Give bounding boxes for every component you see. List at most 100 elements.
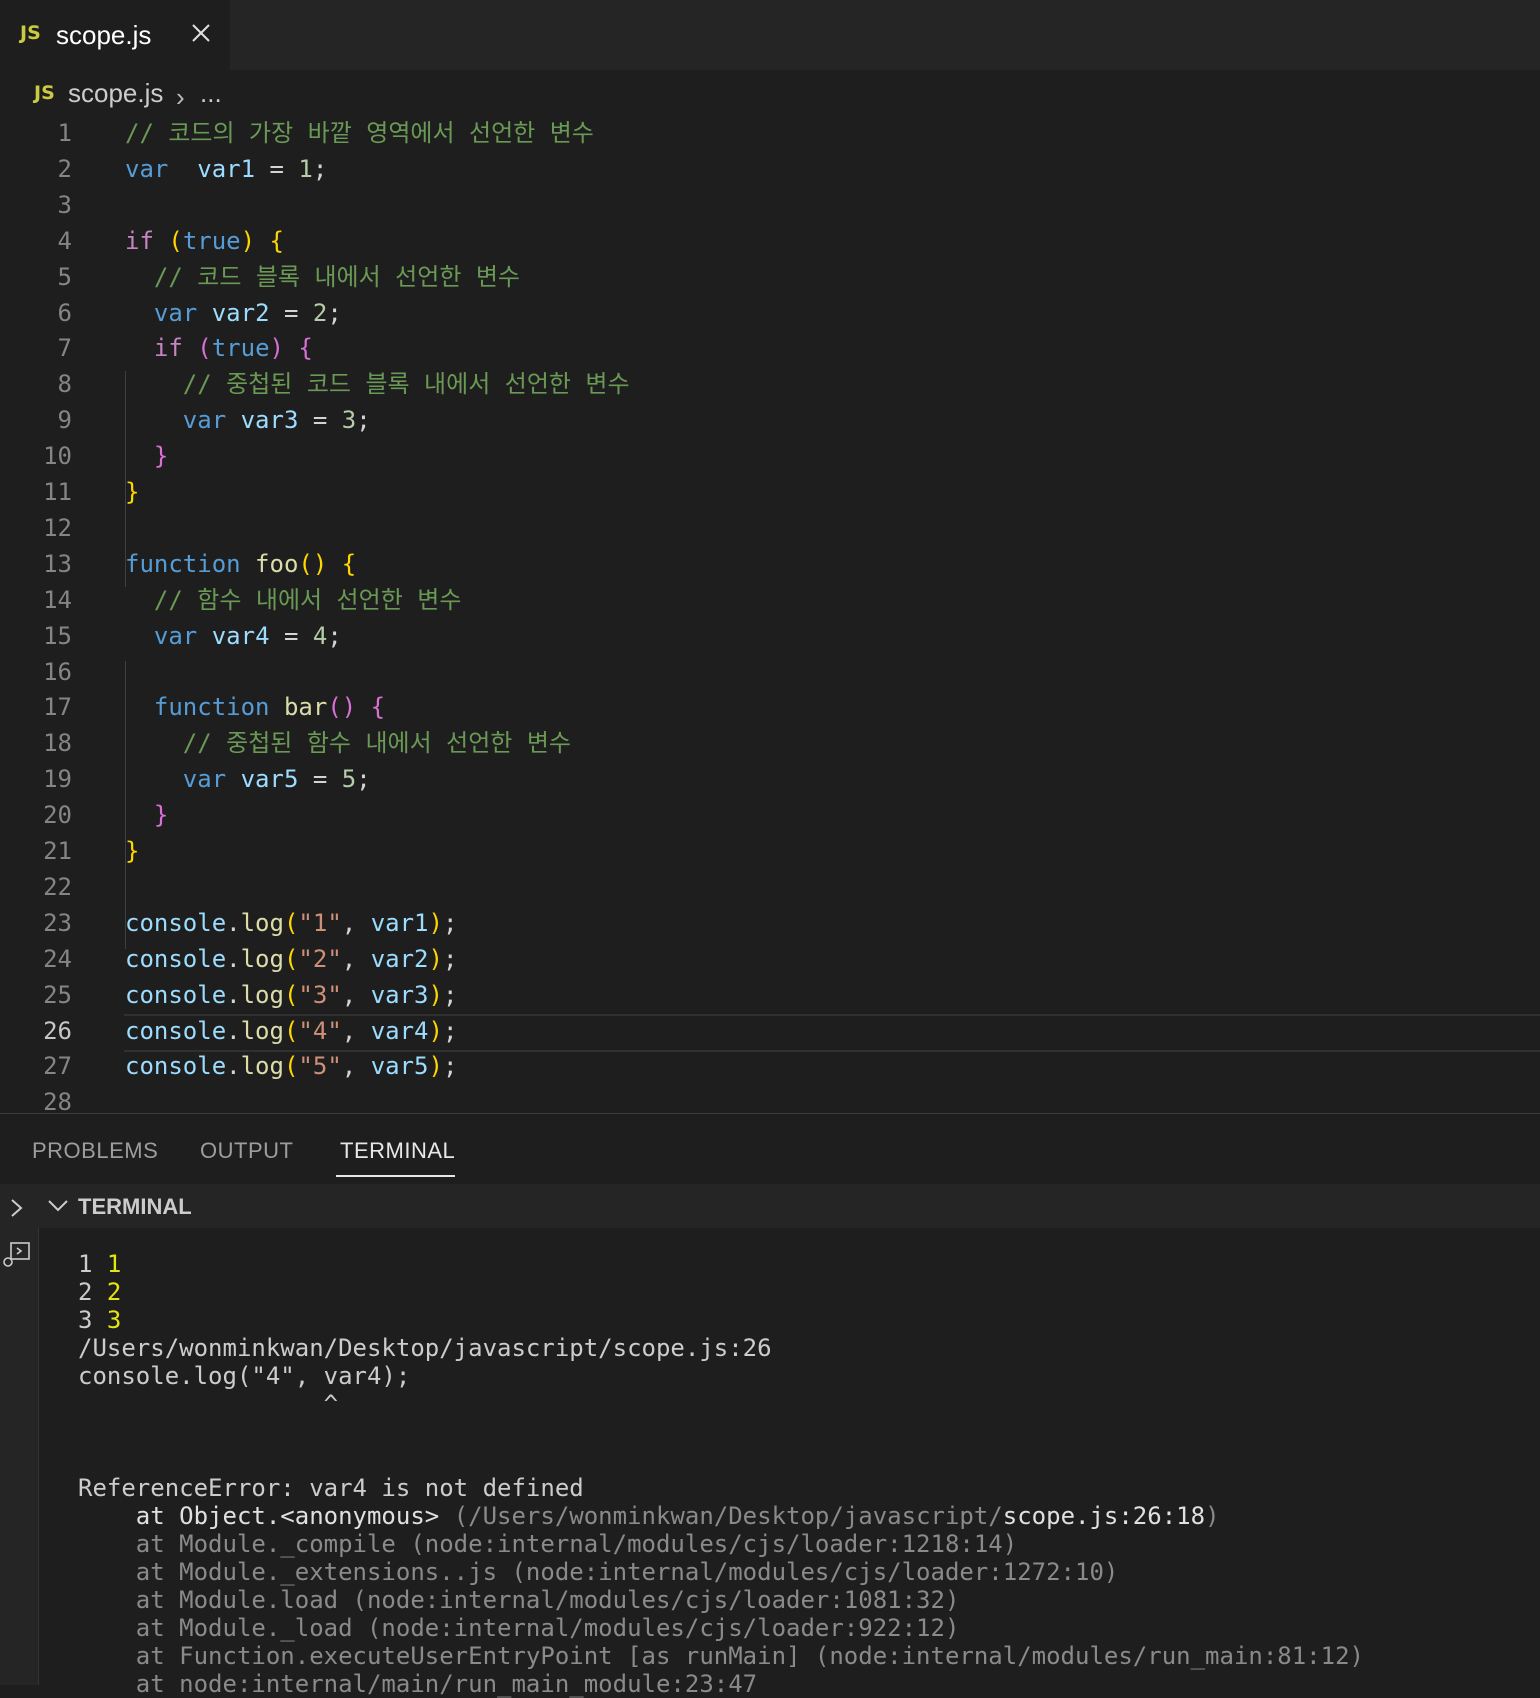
code-token: console xyxy=(125,908,227,937)
code-token: "5" xyxy=(298,1052,342,1081)
code-text: console.log("1", var1); xyxy=(125,905,457,941)
code-token: ( xyxy=(283,944,299,973)
close-icon[interactable] xyxy=(188,20,214,46)
terminal-line: ReferenceError: var4 is not defined xyxy=(78,1474,1538,1502)
code-token: // 코드의 가장 바깥 영역에서 선언한 변수 xyxy=(125,119,594,147)
terminal-output[interactable]: 1 12 23 3/Users/wonminkwan/Desktop/javas… xyxy=(78,1250,1538,1698)
line-number: 27 xyxy=(43,1052,72,1081)
code-token: , xyxy=(341,1016,371,1045)
line-number: 6 xyxy=(57,298,72,327)
code-text: // 함수 내에서 선언한 변수 xyxy=(125,582,462,618)
code-line[interactable]: 28 xyxy=(0,1084,1540,1113)
code-line[interactable]: 19 var var5 = 5; xyxy=(0,761,1540,797)
line-number: 23 xyxy=(43,908,72,937)
chevron-down-icon[interactable] xyxy=(46,1196,70,1216)
code-token: ; xyxy=(327,621,342,650)
terminal-text: 1 xyxy=(78,1250,107,1278)
code-line[interactable]: 8 // 중첩된 코드 블록 내에서 선언한 변수 xyxy=(0,366,1540,402)
terminal-text: 3 xyxy=(78,1306,107,1334)
code-text: console.log("4", var4); xyxy=(125,1013,457,1049)
code-token: { xyxy=(341,549,357,578)
terminal-line: at Function.executeUserEntryPoint [as ru… xyxy=(78,1642,1538,1670)
code-token: var xyxy=(182,765,227,794)
code-token: var2 xyxy=(211,298,270,327)
line-number: 1 xyxy=(57,119,72,147)
editor-tab-bar: JS scope.js xyxy=(0,0,1540,70)
code-line[interactable]: 15 var var4 = 4; xyxy=(0,618,1540,654)
code-token: ; xyxy=(356,765,371,794)
code-text: var var3 = 3; xyxy=(125,402,371,438)
code-token: ( xyxy=(283,908,299,937)
code-token: var5 xyxy=(370,1052,429,1081)
tab-label: scope.js xyxy=(56,20,152,50)
terminal-text: 3 xyxy=(106,1306,122,1334)
tab-scope-js[interactable]: JS scope.js xyxy=(0,0,230,70)
code-line[interactable]: 4 if (true) { xyxy=(0,223,1540,259)
chevron-right-icon[interactable] xyxy=(6,1196,26,1220)
breadcrumb-file[interactable]: scope.js xyxy=(68,78,163,109)
code-line[interactable]: 13 function foo() { xyxy=(0,546,1540,582)
code-line[interactable]: 9 var var3 = 3; xyxy=(0,402,1540,438)
code-line[interactable]: 5 // 코드 블록 내에서 선언한 변수 xyxy=(0,259,1540,295)
code-line[interactable]: 10 } xyxy=(0,438,1540,474)
code-line[interactable]: 12 xyxy=(0,510,1540,546)
code-line[interactable]: 1 // 코드의 가장 바깥 영역에서 선언한 변수 xyxy=(0,115,1540,151)
line-number: 17 xyxy=(43,693,72,722)
code-line[interactable]: 16 xyxy=(0,654,1540,690)
code-token: // 중첩된 코드 블록 내에서 선언한 변수 xyxy=(182,370,630,399)
tab-problems[interactable]: PROBLEMS xyxy=(32,1138,158,1164)
code-line[interactable]: 24 console.log("2", var2); xyxy=(0,941,1540,977)
code-editor[interactable]: 1 // 코드의 가장 바깥 영역에서 선언한 변수 2 var var1 = 1; 3… xyxy=(0,115,1540,1113)
terminal-launch-icon[interactable] xyxy=(2,1240,32,1270)
code-line[interactable]: 11} xyxy=(0,474,1540,510)
code-line[interactable]: 27 console.log("5", var5); xyxy=(0,1048,1540,1084)
code-line[interactable]: 26 console.log("4", var4); xyxy=(0,1013,1540,1049)
line-number: 24 xyxy=(43,944,72,973)
code-token: = xyxy=(269,621,313,650)
line-number: 19 xyxy=(43,765,72,794)
code-line[interactable]: 25 console.log("3", var3); xyxy=(0,977,1540,1013)
terminal-text: 1 xyxy=(106,1250,122,1278)
code-line[interactable]: 14 // 함수 내에서 선언한 변수 xyxy=(0,582,1540,618)
line-number: 3 xyxy=(57,190,72,219)
tab-output[interactable]: OUTPUT xyxy=(200,1138,293,1164)
code-text: console.log("3", var3); xyxy=(125,977,457,1013)
code-token: // 함수 내에서 선언한 변수 xyxy=(153,585,462,614)
terminal-text: at Function.executeUserEntryPoint [as ru… xyxy=(78,1642,1364,1670)
code-token: var4 xyxy=(211,621,270,650)
code-token: true xyxy=(211,334,270,363)
terminal-text: ^ xyxy=(78,1390,339,1418)
terminal-line: 2 2 xyxy=(78,1278,1538,1306)
code-line[interactable]: 21} xyxy=(0,833,1540,869)
code-token: 5 xyxy=(341,765,357,794)
code-token: console xyxy=(125,1016,227,1045)
code-token: if xyxy=(125,226,154,255)
terminal-section-header[interactable]: TERMINAL xyxy=(38,1184,1540,1228)
tab-terminal[interactable]: TERMINAL xyxy=(340,1138,455,1164)
code-token: () xyxy=(298,549,328,578)
code-text: console.log("2", var2); xyxy=(125,941,457,977)
line-number: 4 xyxy=(57,226,72,255)
code-line[interactable]: 18 // 중첩된 함수 내에서 선언한 변수 xyxy=(0,725,1540,761)
line-number: 20 xyxy=(43,801,72,830)
code-token: ; xyxy=(442,1016,458,1045)
code-line[interactable]: 7 if (true) { xyxy=(0,330,1540,366)
code-token: } xyxy=(125,478,140,506)
code-line[interactable]: 2 var var1 = 1; xyxy=(0,151,1540,187)
code-line[interactable]: 6 var var2 = 2; xyxy=(0,295,1540,331)
code-line[interactable]: 17 function bar() { xyxy=(0,689,1540,725)
code-line[interactable]: 23 console.log("1", var1); xyxy=(0,905,1540,941)
code-token: . xyxy=(226,1052,241,1081)
code-token: () xyxy=(327,693,357,722)
terminal-line: at node:internal/main/run_main_module:23… xyxy=(78,1670,1538,1698)
code-token: = xyxy=(269,298,313,327)
breadcrumb-symbols[interactable]: ... xyxy=(200,78,222,109)
code-line[interactable]: 3 xyxy=(0,187,1540,223)
code-line[interactable]: 22 xyxy=(0,869,1540,905)
code-line[interactable]: 20 } xyxy=(0,797,1540,833)
